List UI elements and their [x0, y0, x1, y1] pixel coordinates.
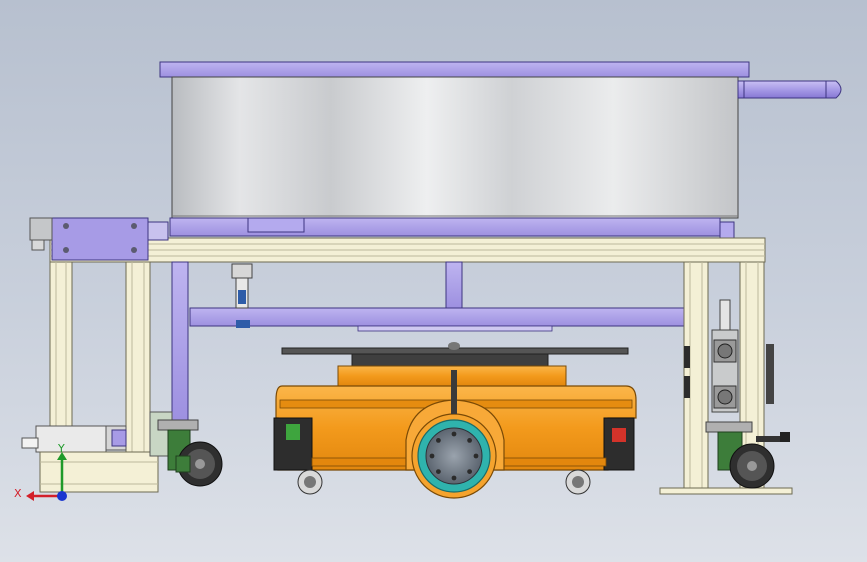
outlet-pipe: [737, 80, 827, 99]
y-axis-label: Y: [57, 442, 65, 455]
bin-top-rim: [159, 61, 750, 78]
outlet-pipe-cap: [825, 80, 842, 99]
left-leg-frame[interactable]: [21, 261, 173, 493]
agv-robot[interactable]: [273, 342, 637, 499]
z-axis-marker: [57, 491, 67, 501]
lower-crossbar: [189, 307, 685, 327]
bin-body: [171, 76, 739, 219]
cad-viewport[interactable]: X Y: [0, 0, 867, 562]
right-caster-wheel[interactable]: [705, 421, 790, 489]
x-axis-label: X: [14, 487, 22, 500]
left-caster-wheel[interactable]: [157, 419, 223, 487]
stainless-bin[interactable]: [159, 61, 842, 219]
agv-transport-cart-assembly: X Y: [14, 61, 842, 501]
